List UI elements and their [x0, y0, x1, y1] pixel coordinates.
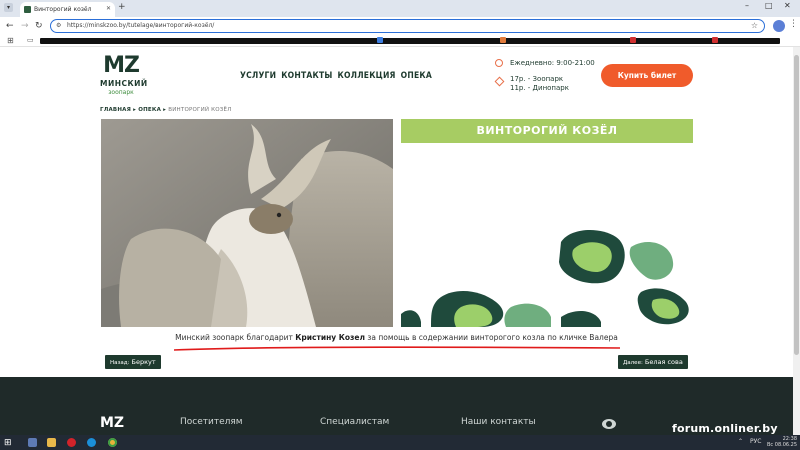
- site-logo[interactable]: MZ МИНСКИЙ зоопарк: [100, 53, 148, 97]
- breadcrumb-current: ВИНТОРОГИЙ КОЗЁЛ: [168, 107, 232, 113]
- browser-toolbar: ← → ↻ ⚙ https://minskzoo.by/tutelage/вин…: [0, 17, 800, 35]
- os-taskbar: ⊞ ⌃ РУС 22:38 Вс 08.06.25: [0, 435, 800, 450]
- nav-item-collection[interactable]: КОЛЛЕКЦИЯ: [338, 71, 396, 81]
- animal-photo: [101, 119, 393, 327]
- scrollbar-thumb[interactable]: [794, 55, 799, 355]
- bookmark-icon[interactable]: [377, 37, 383, 43]
- clock-date: Вс 08.06.25: [767, 442, 798, 448]
- breadcrumb-separator-icon: ▸: [163, 107, 167, 113]
- nav-item-contacts[interactable]: КОНТАКТЫ: [281, 71, 332, 81]
- bookmark-icon[interactable]: [500, 37, 506, 43]
- maximize-icon[interactable]: □: [765, 1, 773, 10]
- route-zoo: 17р. - Зоопарк: [510, 75, 564, 83]
- accessibility-eye-icon[interactable]: [602, 419, 616, 429]
- red-underline-annotation: [173, 346, 621, 351]
- opera-icon[interactable]: [67, 438, 76, 447]
- edge-icon[interactable]: [87, 438, 96, 447]
- next-animal-button[interactable]: Далее: Белая сова: [618, 355, 688, 369]
- location-icon: [494, 76, 505, 87]
- bookmark-icon[interactable]: [712, 37, 718, 43]
- reload-icon[interactable]: ↻: [35, 20, 43, 32]
- footer-link-specialists[interactable]: Специалистам: [320, 417, 389, 427]
- decorative-spots: [401, 222, 693, 327]
- breadcrumb-home[interactable]: ГЛАВНАЯ: [100, 107, 131, 113]
- nav-item-services[interactable]: УСЛУГИ: [240, 71, 276, 81]
- bookmark-icon[interactable]: [630, 37, 636, 43]
- nav-item-tutelage[interactable]: ОПЕКА: [401, 71, 432, 81]
- forward-icon[interactable]: →: [21, 20, 29, 32]
- prev-label: Назад:: [110, 360, 130, 366]
- web-page: MZ МИНСКИЙ зоопарк УСЛУГИ КОНТАКТЫ КОЛЛЕ…: [0, 47, 793, 435]
- browser-tabstrip: ▾ Винторогий козёл ✕ + – □ ✕: [0, 0, 800, 17]
- chrome-icon[interactable]: [108, 438, 117, 447]
- close-window-icon[interactable]: ✕: [784, 1, 791, 10]
- tab-search-icon[interactable]: ▾: [4, 3, 13, 12]
- prev-animal-button[interactable]: Назад: Беркут: [105, 355, 161, 369]
- tab-title: Винторогий козёл: [34, 6, 92, 13]
- footer-logo[interactable]: MZ: [100, 415, 124, 431]
- animal-title: ВИНТОРОГИЙ КОЗЁЛ: [401, 119, 693, 143]
- thanks-message: Минский зоопарк благодарит Кристину Козе…: [100, 333, 693, 342]
- clock[interactable]: 22:38 Вс 08.06.25: [767, 436, 797, 448]
- windows-start-icon[interactable]: ⊞: [4, 438, 12, 448]
- route-dinopark: 11р. - Динопарк: [510, 84, 569, 92]
- profile-avatar[interactable]: [773, 20, 785, 32]
- prev-animal-name: Беркут: [131, 358, 156, 366]
- file-explorer-icon[interactable]: [47, 438, 56, 447]
- breadcrumb-tutelage[interactable]: ОПЕКА: [138, 107, 161, 113]
- bookmark-star-icon[interactable]: ☆: [751, 20, 758, 32]
- site-favicon-icon: [24, 6, 31, 13]
- redacted-bookmarks: [40, 38, 780, 44]
- next-animal-name: Белая сова: [644, 358, 683, 366]
- clock-icon: [495, 59, 503, 67]
- apps-grid-icon[interactable]: ⊞: [7, 36, 14, 45]
- menu-kebab-icon[interactable]: ⋮: [789, 19, 798, 29]
- address-bar[interactable]: ⚙ https://minskzoo.by/tutelage/винтороги…: [50, 19, 765, 33]
- save-app-icon[interactable]: [28, 438, 37, 447]
- new-tab-button[interactable]: +: [118, 2, 126, 12]
- browser-tab[interactable]: Винторогий козёл ✕: [20, 2, 115, 17]
- footer-link-visitors[interactable]: Посетителям: [180, 417, 243, 427]
- buy-ticket-button[interactable]: Купить билет: [601, 64, 693, 87]
- folder-icon[interactable]: ▭: [27, 36, 34, 44]
- main-nav: УСЛУГИ КОНТАКТЫ КОЛЛЕКЦИЯ ОПЕКА: [240, 71, 432, 81]
- thanks-suffix: за помощь в содержании винторогого козла…: [367, 333, 618, 342]
- keyboard-language[interactable]: РУС: [750, 438, 761, 445]
- logo-subtitle: зоопарк: [108, 89, 134, 96]
- minimize-icon[interactable]: –: [745, 1, 749, 10]
- markhor-illustration: [101, 119, 393, 327]
- tab-close-icon[interactable]: ✕: [106, 5, 111, 12]
- footer-link-contacts[interactable]: Наши контакты: [461, 417, 536, 427]
- page-scrollbar[interactable]: [793, 47, 800, 435]
- thanks-prefix: Минский зоопарк благодарит: [175, 333, 293, 342]
- breadcrumb: ГЛАВНАЯ ▸ ОПЕКА ▸ ВИНТОРОГИЙ КОЗЁЛ: [100, 107, 232, 113]
- tray-up-icon[interactable]: ⌃: [738, 438, 743, 445]
- url-text: https://minskzoo.by/tutelage/винторогий-…: [67, 22, 215, 29]
- next-label: Далее:: [623, 360, 643, 366]
- spots-pattern-icon: [401, 230, 689, 327]
- logo-mark: MZ: [103, 53, 140, 78]
- watermark: forum.onliner.by: [672, 422, 778, 435]
- bookmarks-bar: ⊞ ▭: [0, 35, 800, 47]
- opening-hours: Ежедневно: 9:00-21:00: [510, 59, 595, 67]
- breadcrumb-separator-icon: ▸: [133, 107, 137, 113]
- site-info-icon[interactable]: ⚙: [56, 20, 61, 32]
- donor-name: Кристину Козел: [295, 333, 365, 342]
- back-icon[interactable]: ←: [6, 20, 14, 32]
- logo-title: МИНСКИЙ: [100, 79, 148, 88]
